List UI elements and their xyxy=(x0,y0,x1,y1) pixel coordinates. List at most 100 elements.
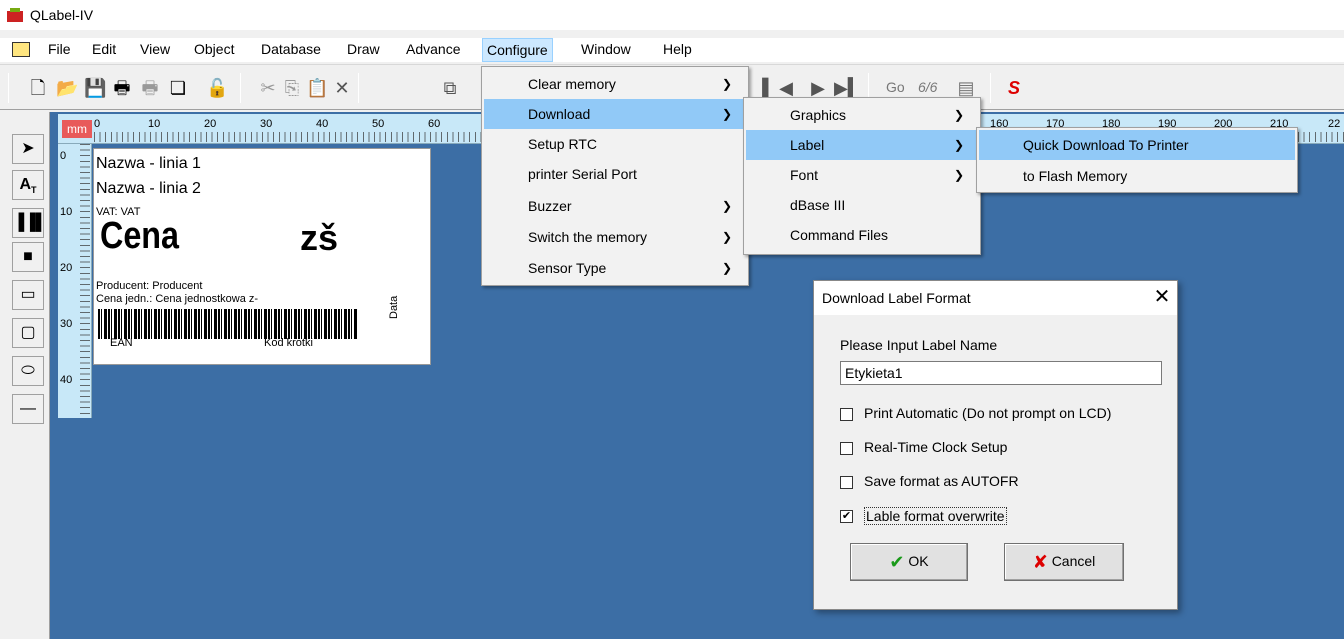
checkbox-box[interactable] xyxy=(840,408,853,421)
submenu-arrow-icon: ❯ xyxy=(721,261,732,275)
document-icon xyxy=(12,42,30,57)
label-kod[interactable]: Kod krotki xyxy=(264,337,313,349)
menu-item-graphics[interactable]: Graphics ❯ xyxy=(746,100,978,130)
menu-edit[interactable]: Edit xyxy=(88,41,120,57)
menu-item-label: Font xyxy=(790,167,819,183)
rect-tool-icon[interactable]: ▭ xyxy=(12,280,44,310)
menu-window[interactable]: Window xyxy=(577,41,635,57)
menu-item-label: Clear memory xyxy=(528,76,616,92)
label-canvas[interactable]: Nazwa - linia 1 Nazwa - linia 2 VAT: VAT… xyxy=(93,148,431,365)
menu-object[interactable]: Object xyxy=(190,41,238,57)
cancel-button[interactable]: ✘ Cancel xyxy=(1004,543,1124,581)
label-currency[interactable]: zš xyxy=(300,217,338,259)
next-record-icon[interactable]: ▶ xyxy=(808,78,828,98)
submenu-arrow-icon: ❯ xyxy=(953,168,964,182)
checkbox-label: Save format as AUTOFR xyxy=(864,473,1019,489)
menu-item-buzzer[interactable]: Buzzer ❯ xyxy=(484,191,746,221)
configure-menu: Clear memory ❯ Download ❯ Setup RTC printe… xyxy=(481,66,749,286)
menu-item-serial-port[interactable]: printer Serial Port xyxy=(484,159,746,189)
close-icon[interactable]: ✕ xyxy=(1150,285,1174,309)
text-tool-icon[interactable]: AT xyxy=(12,170,44,200)
line-tool-icon[interactable]: — xyxy=(12,394,44,424)
copy-pages-icon[interactable]: ❏ xyxy=(168,78,188,98)
label-name-input[interactable] xyxy=(840,361,1162,385)
ruler-tick: 0 xyxy=(94,118,101,130)
menu-item-quick-download[interactable]: Quick Download To Printer xyxy=(979,130,1295,160)
lock-icon[interactable]: 🔓 xyxy=(206,78,228,98)
menu-item-switch-memory[interactable]: Switch the memory ❯ xyxy=(484,222,746,252)
download-label-dialog: Download Label Format ✕ Please Input Lab… xyxy=(813,280,1178,610)
menu-help[interactable]: Help xyxy=(659,41,696,57)
menu-item-flash-memory[interactable]: to Flash Memory xyxy=(979,161,1295,191)
menu-item-label: Buzzer xyxy=(528,198,572,214)
cut-icon[interactable]: ✂ xyxy=(258,78,278,98)
prev-record-icon[interactable]: ◀ xyxy=(776,78,796,98)
go-button[interactable]: Go xyxy=(886,79,905,95)
label-producent[interactable]: Producent: Producent xyxy=(96,280,202,292)
barcode-tool-icon[interactable]: ▐▐▌ xyxy=(12,208,47,238)
label-cena[interactable]: Cena xyxy=(100,215,179,258)
label-data[interactable]: Data xyxy=(388,296,400,319)
serial-icon[interactable]: S xyxy=(1004,78,1024,98)
menu-advance[interactable]: Advance xyxy=(402,41,464,57)
delete-icon[interactable]: ✕ xyxy=(332,78,352,98)
menu-item-clear-memory[interactable]: Clear memory ❯ xyxy=(484,69,746,99)
label-line1[interactable]: Nazwa - linia 1 xyxy=(96,155,201,173)
checkbox-box[interactable] xyxy=(840,442,853,455)
menu-item-label: Label xyxy=(790,137,825,153)
toolbar-separator xyxy=(358,73,359,103)
menu-view[interactable]: View xyxy=(136,41,174,57)
menu-item-font[interactable]: Font ❯ xyxy=(746,160,978,190)
rounded-rect-tool-icon[interactable]: ▢ xyxy=(12,318,44,348)
checkbox-label: Print Automatic (Do not prompt on LCD) xyxy=(864,405,1112,421)
menu-item-setup-rtc[interactable]: Setup RTC xyxy=(484,129,746,159)
ellipse-tool-icon[interactable]: ⬭ xyxy=(12,356,44,386)
menu-item-label-download[interactable]: Label ❯ xyxy=(746,130,978,160)
label-name-prompt: Please Input Label Name xyxy=(840,337,998,353)
ruler-tick: 10 xyxy=(60,206,73,218)
app-icon xyxy=(7,8,23,22)
menu-item-label: Graphics xyxy=(790,107,847,123)
ruler-tick: 20 xyxy=(60,262,73,274)
label-line2[interactable]: Nazwa - linia 2 xyxy=(96,180,201,198)
menu-database[interactable]: Database xyxy=(257,41,325,57)
end-record-icon[interactable]: ▶▍ xyxy=(834,78,862,98)
checkbox-label: Real-Time Clock Setup xyxy=(864,439,1008,455)
pointer-icon[interactable]: ➤ xyxy=(12,134,44,164)
last-record-icon[interactable]: ▐ xyxy=(752,78,772,98)
tool-palette: ➤ AT ▐▐▌ ■ ▭ ▢ ⬭ — xyxy=(6,112,50,639)
filled-rect-tool-icon[interactable]: ■ xyxy=(12,242,44,272)
menu-item-label: dBase III xyxy=(790,197,846,213)
cancel-label: Cancel xyxy=(1051,552,1096,569)
menu-file[interactable]: File xyxy=(44,41,75,57)
checkbox-box[interactable]: ✔ xyxy=(840,510,853,523)
menu-draw[interactable]: Draw xyxy=(343,41,384,57)
label-cena-jedn[interactable]: Cena jedn.: Cena jednostkowa z- xyxy=(96,293,258,305)
print-icon[interactable]: 🖶 xyxy=(112,78,132,98)
paste-icon[interactable]: 📋 xyxy=(306,78,328,98)
menu-item-download[interactable]: Download ❯ xyxy=(484,99,746,129)
open-folder-icon[interactable]: 📂 xyxy=(56,78,78,98)
ok-button[interactable]: ✔ OK xyxy=(850,543,968,581)
ruler-unit-button[interactable]: mm xyxy=(62,120,92,138)
duplicate-icon[interactable]: ⧉ xyxy=(440,78,460,98)
menu-configure[interactable]: Configure xyxy=(482,38,553,62)
label-ean[interactable]: EAN xyxy=(110,337,133,349)
checkbox-label: Lable format overwrite xyxy=(864,507,1007,525)
save-icon[interactable]: 💾 xyxy=(84,78,106,98)
submenu-arrow-icon: ❯ xyxy=(721,199,732,213)
checkmark-icon: ✔ xyxy=(889,551,905,572)
menu-item-label: Sensor Type xyxy=(528,260,607,276)
copy-icon[interactable]: ⎘ xyxy=(282,78,302,98)
checkbox-box[interactable] xyxy=(840,476,853,489)
label-barcode[interactable] xyxy=(98,309,358,339)
ruler-tick: 20 xyxy=(204,118,217,130)
grid-icon[interactable]: ▤ xyxy=(956,78,976,98)
new-file-icon[interactable]: 🗋 xyxy=(28,78,48,98)
menu-item-label: to Flash Memory xyxy=(1023,168,1128,184)
label-submenu: Quick Download To Printer to Flash Memor… xyxy=(976,127,1298,193)
print-preview-icon[interactable]: 🖶 xyxy=(140,78,160,98)
menu-item-sensor-type[interactable]: Sensor Type ❯ xyxy=(484,253,746,283)
menu-item-dbase[interactable]: dBase III xyxy=(746,190,978,220)
menu-item-command-files[interactable]: Command Files xyxy=(746,220,978,250)
